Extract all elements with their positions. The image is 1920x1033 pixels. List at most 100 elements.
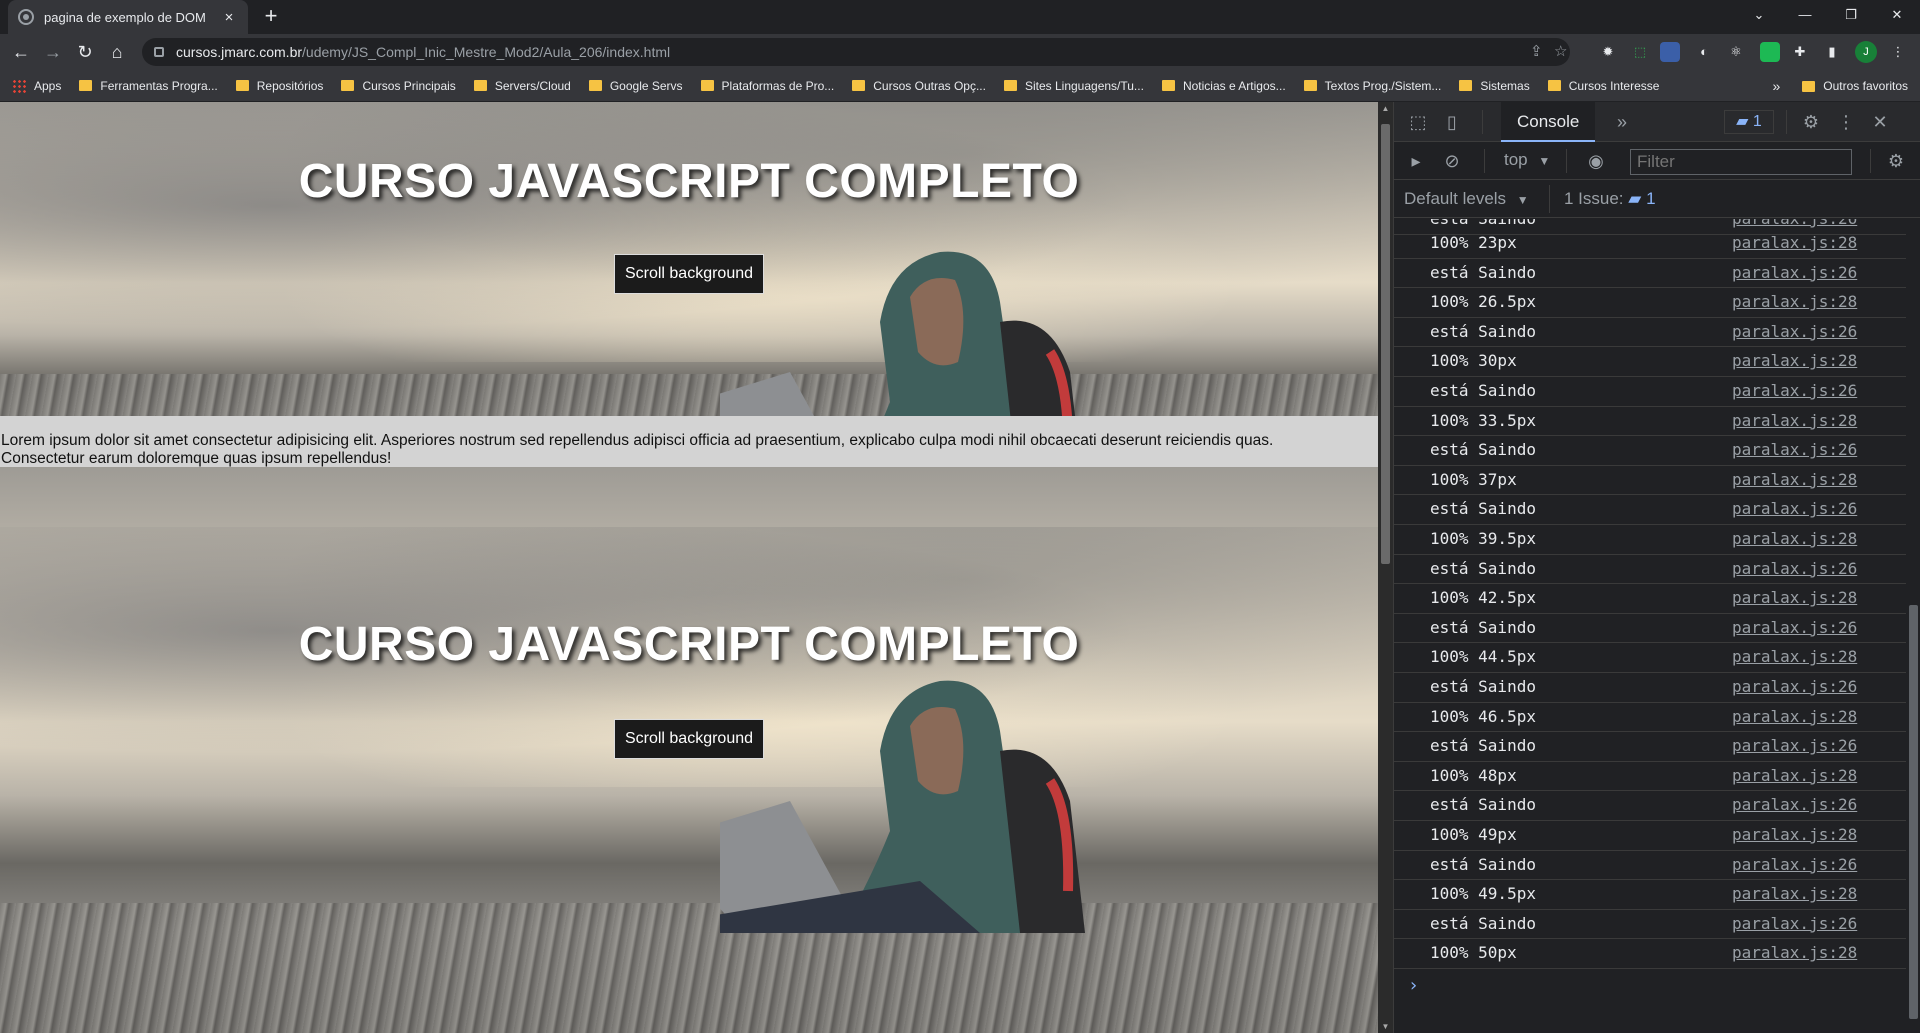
log-source-link[interactable]: paralax.js:26: [1732, 263, 1857, 282]
home-button[interactable]: ⌂: [104, 39, 130, 65]
bookmark-folder[interactable]: Cursos Interesse: [1547, 79, 1659, 93]
more-tabs-icon[interactable]: »: [1610, 110, 1634, 134]
browser-tab[interactable]: pagina de exemplo de DOM ×: [8, 0, 248, 34]
bookmark-folder[interactable]: Cursos Outras Opç...: [852, 79, 986, 93]
console-filter-input[interactable]: [1630, 149, 1852, 175]
log-source-link[interactable]: paralax.js:26: [1732, 499, 1857, 518]
inspect-element-icon[interactable]: ⬚: [1406, 110, 1430, 134]
log-source-link[interactable]: paralax.js:28: [1732, 884, 1857, 903]
bookmark-folder[interactable]: Google Servs: [588, 79, 683, 93]
console-row: 100% 26.5px paralax.js:28: [1394, 288, 1906, 318]
scrollbar-thumb[interactable]: [1909, 605, 1918, 1019]
extension-circle-icon[interactable]: ◐: [1694, 42, 1714, 62]
issues-counter[interactable]: 1 Issue: ▰ 1: [1549, 185, 1656, 213]
issue-badge-count: 1: [1752, 113, 1762, 130]
restore-button[interactable]: ❐: [1828, 0, 1874, 30]
bookmark-folder[interactable]: Plataformas de Pro...: [700, 79, 834, 93]
log-source-link[interactable]: paralax.js:28: [1732, 707, 1857, 726]
back-button[interactable]: ←: [8, 39, 34, 65]
bookmark-folder[interactable]: Sites Linguagens/Tu...: [1003, 79, 1144, 93]
console-prompt-icon[interactable]: ›: [1408, 975, 1419, 996]
bookmark-folder[interactable]: Ferramentas Progra...: [79, 78, 218, 93]
extension-crop-icon[interactable]: ⬚: [1630, 42, 1650, 62]
console-row: 100% 48px paralax.js:28: [1394, 762, 1906, 792]
extension-screen-icon[interactable]: [1660, 42, 1680, 62]
separator: [1566, 149, 1567, 173]
customize-kebab-icon[interactable]: ⋮: [1834, 110, 1858, 134]
log-levels-select[interactable]: Default levels ▼: [1404, 189, 1529, 209]
console-settings-gear-icon[interactable]: ⚙: [1884, 149, 1908, 173]
console-scrollbar[interactable]: [1906, 219, 1920, 1033]
scroll-up-arrow-icon[interactable]: ▲: [1381, 104, 1390, 113]
log-source-link[interactable]: paralax.js:26: [1732, 219, 1857, 228]
extensions-puzzle-icon[interactable]: ✚: [1790, 42, 1810, 62]
log-source-link[interactable]: paralax.js:28: [1732, 292, 1857, 311]
log-source-link[interactable]: paralax.js:28: [1732, 588, 1857, 607]
forward-button[interactable]: →: [40, 39, 66, 65]
close-tab-icon[interactable]: ×: [220, 9, 238, 26]
log-source-link[interactable]: paralax.js:26: [1732, 440, 1857, 459]
bookmark-star-icon[interactable]: ☆: [1554, 38, 1567, 66]
bookmark-apps[interactable]: Apps: [12, 78, 61, 93]
reload-button[interactable]: ↻: [72, 39, 98, 65]
clear-console-icon[interactable]: ⊘: [1440, 149, 1464, 173]
log-source-link[interactable]: paralax.js:26: [1732, 855, 1857, 874]
log-source-link[interactable]: paralax.js:28: [1732, 233, 1857, 252]
log-source-link[interactable]: paralax.js:26: [1732, 381, 1857, 400]
log-source-link[interactable]: paralax.js:28: [1732, 351, 1857, 370]
address-bar[interactable]: cursos.jmarc.com.br /udemy/JS_Compl_Inic…: [142, 38, 1570, 66]
page-scrollbar[interactable]: ▲ ▼: [1378, 102, 1393, 1033]
lock-icon[interactable]: [154, 47, 164, 57]
scroll-down-arrow-icon[interactable]: ▼: [1381, 1022, 1390, 1031]
other-bookmarks-folder[interactable]: Outros favoritos: [1802, 79, 1908, 93]
extension-react-icon[interactable]: ⚛: [1726, 42, 1746, 62]
log-source-link[interactable]: paralax.js:28: [1732, 647, 1857, 666]
log-source-link[interactable]: paralax.js:28: [1732, 825, 1857, 844]
log-source-link[interactable]: paralax.js:28: [1732, 766, 1857, 785]
profile-avatar[interactable]: J: [1855, 41, 1877, 63]
minimize-button[interactable]: —: [1782, 0, 1828, 30]
bookmarks-overflow-button[interactable]: »: [1773, 78, 1781, 94]
log-source-link[interactable]: paralax.js:28: [1732, 529, 1857, 548]
device-toolbar-icon[interactable]: ▯: [1440, 110, 1464, 134]
settings-gear-icon[interactable]: ⚙: [1799, 110, 1823, 134]
log-source-link[interactable]: paralax.js:26: [1732, 559, 1857, 578]
tab-search-icon[interactable]: ⌄: [1736, 0, 1782, 30]
log-source-link[interactable]: paralax.js:26: [1732, 618, 1857, 637]
log-message: está Saindo: [1430, 617, 1536, 637]
log-source-link[interactable]: paralax.js:26: [1732, 914, 1857, 933]
share-icon[interactable]: ⇪: [1530, 38, 1543, 66]
execution-context-select[interactable]: top ▼: [1504, 150, 1550, 170]
issues-badge[interactable]: ▰ 1: [1724, 110, 1774, 134]
bookmark-folder[interactable]: Sistemas: [1459, 79, 1530, 93]
new-tab-button[interactable]: +: [258, 4, 284, 30]
live-expression-eye-icon[interactable]: ◉: [1584, 149, 1608, 173]
extension-gear-icon[interactable]: ✹: [1598, 42, 1618, 62]
bookmark-folder[interactable]: Servers/Cloud: [473, 79, 571, 93]
scroll-background-button[interactable]: Scroll background: [614, 254, 764, 294]
close-window-button[interactable]: ✕: [1874, 0, 1920, 30]
show-sidebar-icon[interactable]: ▸: [1404, 149, 1428, 173]
log-source-link[interactable]: paralax.js:28: [1732, 470, 1857, 489]
bookmark-folder[interactable]: Textos Prog./Sistem...: [1303, 79, 1441, 93]
log-source-link[interactable]: paralax.js:26: [1732, 677, 1857, 696]
log-source-link[interactable]: paralax.js:26: [1732, 322, 1857, 341]
log-source-link[interactable]: paralax.js:26: [1732, 795, 1857, 814]
menu-kebab-icon[interactable]: ⋮: [1888, 42, 1908, 62]
levels-label: Default levels: [1404, 189, 1507, 208]
bookmark-folder[interactable]: Repositórios: [235, 79, 323, 93]
extension-green-icon[interactable]: [1760, 42, 1780, 62]
tab-title: pagina de exemplo de DOM: [44, 9, 206, 25]
log-source-link[interactable]: paralax.js:28: [1732, 943, 1857, 962]
tab-console[interactable]: Console: [1501, 102, 1596, 142]
bookmark-folder[interactable]: Cursos Principais: [341, 79, 456, 93]
bookmark-label: Ferramentas Progra...: [100, 78, 218, 93]
scroll-background-button[interactable]: Scroll background: [614, 719, 764, 759]
bookmark-folder[interactable]: Noticias e Artigos...: [1161, 79, 1286, 93]
scrollbar-thumb[interactable]: [1381, 124, 1390, 564]
close-devtools-icon[interactable]: ✕: [1868, 110, 1892, 134]
log-source-link[interactable]: paralax.js:26: [1732, 736, 1857, 755]
side-panel-icon[interactable]: ▮: [1822, 42, 1842, 62]
log-source-link[interactable]: paralax.js:28: [1732, 411, 1857, 430]
log-message: está Saindo: [1430, 219, 1536, 228]
